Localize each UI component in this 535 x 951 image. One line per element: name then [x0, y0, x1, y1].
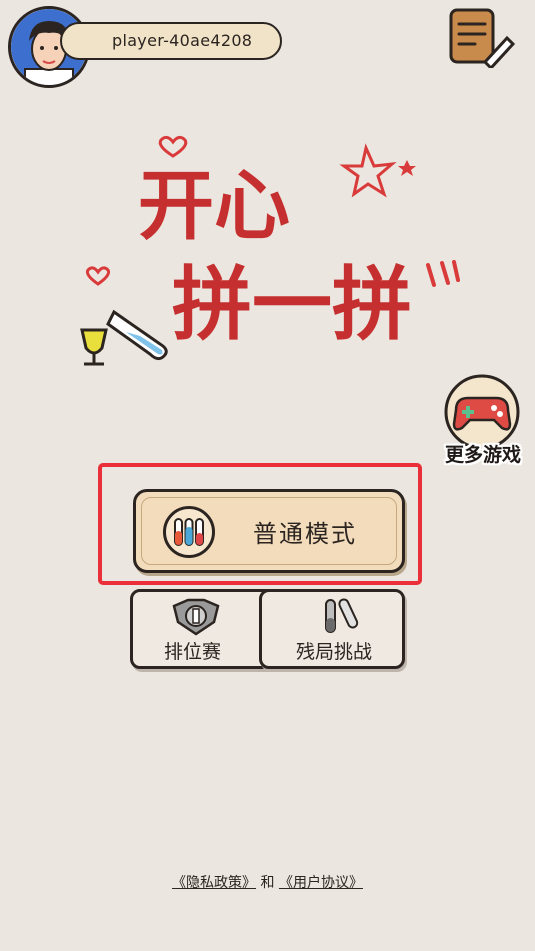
- star-icon: [339, 143, 397, 198]
- title-line-1: 开心: [138, 161, 290, 250]
- notes-button[interactable]: [445, 6, 516, 71]
- test-tube-icon: [106, 309, 168, 361]
- tubes-icon: [316, 596, 366, 642]
- privacy-policy-link[interactable]: 《隐私政策》: [172, 875, 256, 891]
- rank-badge-icon: [168, 596, 224, 642]
- user-agreement-link[interactable]: 《用户协议》: [279, 875, 363, 891]
- footer-connector: 和: [260, 875, 275, 891]
- title-line-2: 拼一拼: [172, 258, 412, 351]
- heart-icon: [86, 266, 110, 286]
- normal-mode-label: 普通模式: [253, 520, 357, 548]
- game-title-logo: 开心 拼一拼: [80, 135, 460, 366]
- ranked-label: 排位赛: [164, 641, 222, 663]
- wine-glass-icon: [80, 328, 108, 366]
- test-tubes-icon: [163, 506, 215, 558]
- more-games-label: 更多游戏: [444, 444, 521, 466]
- heart-icon: [158, 135, 188, 158]
- notepad-pencil-icon: [449, 8, 516, 71]
- endgame-challenge-label: 残局挑战: [296, 641, 373, 663]
- player-name: player-40ae4208: [112, 31, 253, 50]
- gamepad-icon: [444, 374, 520, 450]
- small-star-icon: [398, 160, 416, 176]
- legal-footer: 《隐私政策》 和 《用户协议》: [0, 872, 535, 892]
